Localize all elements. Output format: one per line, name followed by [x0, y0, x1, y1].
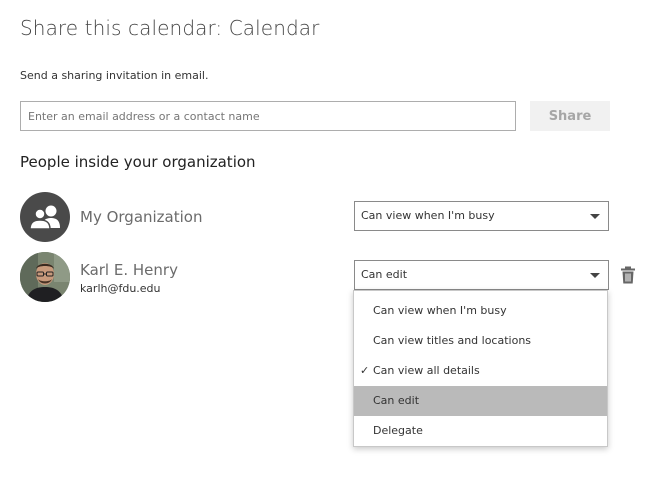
menu-item-label: Delegate — [373, 424, 423, 437]
user-permission-select[interactable]: Can edit — [354, 260, 609, 290]
menu-item-label: Can view when I'm busy — [373, 304, 507, 317]
checkmark-icon: ✓ — [360, 364, 370, 377]
user-email: karlh@fdu.edu — [80, 282, 161, 295]
organization-name: My Organization — [80, 208, 203, 226]
menu-item-view-all-details[interactable]: ✓ Can view all details — [354, 356, 607, 386]
organization-permission-select[interactable]: Can view when I'm busy — [354, 201, 609, 231]
share-button[interactable]: Share — [530, 101, 610, 131]
dialog-title: Share this calendar: Calendar — [20, 16, 320, 40]
menu-item-label: Can view titles and locations — [373, 334, 532, 347]
permission-dropdown-menu: Can view when I'm busy Can view titles a… — [353, 290, 608, 447]
menu-item-delegate[interactable]: Delegate — [354, 416, 607, 446]
user-name: Karl E. Henry — [80, 261, 178, 279]
menu-item-can-edit[interactable]: Can edit — [354, 386, 607, 416]
menu-item-view-busy[interactable]: Can view when I'm busy — [354, 296, 607, 326]
menu-item-label: Can edit — [373, 394, 420, 407]
user-avatar — [20, 252, 70, 302]
email-input[interactable] — [20, 101, 516, 131]
menu-item-label: Can view all details — [373, 364, 480, 377]
share-calendar-dialog: Share this calendar: Calendar Send a sha… — [0, 0, 656, 487]
people-section-heading: People inside your organization — [20, 153, 256, 171]
people-group-icon — [20, 192, 70, 242]
organization-permission-value: Can view when I'm busy — [361, 209, 495, 222]
invitation-instructions: Send a sharing invitation in email. — [20, 69, 209, 82]
trash-icon[interactable] — [620, 266, 636, 284]
user-permission-value: Can edit — [361, 268, 408, 281]
menu-item-view-titles[interactable]: Can view titles and locations — [354, 326, 607, 356]
chevron-down-icon — [590, 273, 600, 278]
chevron-down-icon — [590, 214, 600, 219]
